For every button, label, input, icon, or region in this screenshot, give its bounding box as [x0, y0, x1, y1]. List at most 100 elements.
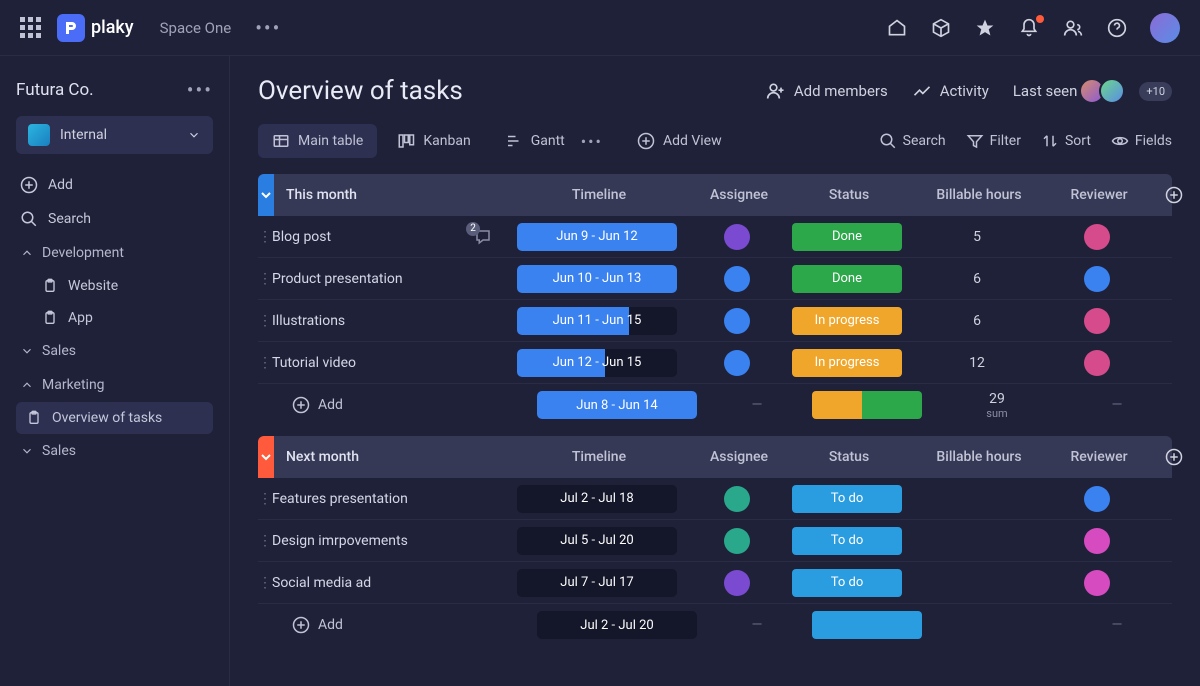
- task-row[interactable]: ⋮Social media adJul 7 - Jul 17 To do: [258, 562, 1172, 604]
- add-column-button[interactable]: [1154, 448, 1194, 466]
- sidebar-add[interactable]: Add: [16, 168, 213, 202]
- task-name-cell[interactable]: Design imrpovements: [272, 533, 502, 549]
- sidebar-item[interactable]: Website: [16, 270, 213, 302]
- space-name[interactable]: Space One: [160, 19, 232, 37]
- reviewer-cell[interactable]: [1042, 224, 1152, 250]
- column-status[interactable]: Status: [784, 187, 914, 203]
- drag-handle-icon[interactable]: ⋮: [258, 313, 272, 329]
- task-name-cell[interactable]: Blog post2: [272, 228, 502, 246]
- assignee-cell[interactable]: [692, 350, 782, 376]
- timeline-cell[interactable]: Jun 11 - Jun 15: [502, 307, 692, 335]
- view-tab[interactable]: Main table: [258, 124, 377, 158]
- timeline-cell[interactable]: Jun 10 - Jun 13: [502, 265, 692, 293]
- star-icon[interactable]: [974, 17, 996, 39]
- timeline-cell[interactable]: Jun 12 - Jun 15: [502, 349, 692, 377]
- collapse-button[interactable]: [258, 174, 274, 216]
- bell-icon[interactable]: [1018, 17, 1040, 39]
- column-timeline[interactable]: Timeline: [504, 187, 694, 203]
- plaky-logo[interactable]: plaky: [57, 14, 134, 42]
- home-icon[interactable]: [886, 17, 908, 39]
- view-tab[interactable]: Gantt: [491, 124, 579, 158]
- add-view-button[interactable]: Add View: [623, 124, 736, 158]
- workspace-more-icon[interactable]: •••: [187, 78, 213, 102]
- status-cell[interactable]: In progress: [782, 349, 912, 377]
- billable-cell[interactable]: 6: [912, 271, 1042, 287]
- reviewer-cell[interactable]: [1042, 570, 1152, 596]
- status-cell[interactable]: To do: [782, 569, 912, 597]
- reviewer-cell[interactable]: [1042, 528, 1152, 554]
- task-name-cell[interactable]: Social media ad: [272, 575, 502, 591]
- drag-handle-icon[interactable]: ⋮: [258, 355, 272, 371]
- status-cell[interactable]: Done: [782, 223, 912, 251]
- status-cell[interactable]: To do: [782, 485, 912, 513]
- drag-handle-icon[interactable]: ⋮: [258, 575, 272, 591]
- fields-button[interactable]: Fields: [1111, 132, 1172, 150]
- column-billable[interactable]: Billable hours: [914, 187, 1044, 203]
- user-avatar[interactable]: [1150, 13, 1180, 43]
- reviewer-cell[interactable]: [1042, 486, 1152, 512]
- sidebar-group[interactable]: Marketing: [16, 368, 213, 402]
- search-button[interactable]: Search: [879, 132, 946, 150]
- sidebar-group[interactable]: Sales: [16, 434, 213, 468]
- cube-icon[interactable]: [930, 17, 952, 39]
- timeline-cell[interactable]: Jul 5 - Jul 20: [502, 527, 692, 555]
- task-row[interactable]: ⋮Blog post2Jun 9 - Jun 12 Done5: [258, 216, 1172, 258]
- drag-handle-icon[interactable]: ⋮: [258, 271, 272, 287]
- task-row[interactable]: ⋮Tutorial videoJun 12 - Jun 15 In progres…: [258, 342, 1172, 384]
- comment-icon[interactable]: 2: [474, 228, 492, 246]
- billable-cell[interactable]: 5: [912, 229, 1042, 245]
- column-reviewer[interactable]: Reviewer: [1044, 449, 1154, 465]
- add-column-button[interactable]: [1154, 186, 1194, 204]
- task-name-cell[interactable]: Features presentation: [272, 491, 502, 507]
- assignee-cell[interactable]: [692, 308, 782, 334]
- status-cell[interactable]: Done: [782, 265, 912, 293]
- add-task-button[interactable]: Add: [258, 396, 522, 414]
- drag-handle-icon[interactable]: ⋮: [258, 533, 272, 549]
- task-name-cell[interactable]: Product presentation: [272, 271, 502, 287]
- reviewer-cell[interactable]: [1042, 266, 1152, 292]
- assignee-cell[interactable]: [692, 486, 782, 512]
- drag-handle-icon[interactable]: ⋮: [258, 491, 272, 507]
- column-status[interactable]: Status: [784, 449, 914, 465]
- sidebar-group[interactable]: Sales: [16, 334, 213, 368]
- task-row[interactable]: ⋮Product presentationJun 10 - Jun 13 Done…: [258, 258, 1172, 300]
- sidebar-group[interactable]: Development: [16, 236, 213, 270]
- task-name-cell[interactable]: Illustrations: [272, 313, 502, 329]
- timeline-cell[interactable]: Jun 9 - Jun 12: [502, 223, 692, 251]
- billable-cell[interactable]: 6: [912, 313, 1042, 329]
- add-task-button[interactable]: Add: [258, 616, 522, 634]
- status-cell[interactable]: To do: [782, 527, 912, 555]
- column-assignee[interactable]: Assignee: [694, 449, 784, 465]
- collapse-button[interactable]: [258, 436, 274, 478]
- column-assignee[interactable]: Assignee: [694, 187, 784, 203]
- task-row[interactable]: ⋮IllustrationsJun 11 - Jun 15 In progress…: [258, 300, 1172, 342]
- activity-button[interactable]: Activity: [912, 81, 989, 101]
- assignee-cell[interactable]: [692, 528, 782, 554]
- task-row[interactable]: ⋮Features presentationJul 2 - Jul 18 To d…: [258, 478, 1172, 520]
- reviewer-cell[interactable]: [1042, 308, 1152, 334]
- drag-handle-icon[interactable]: ⋮: [258, 229, 272, 245]
- apps-grid-icon[interactable]: [20, 17, 41, 38]
- timeline-cell[interactable]: Jul 2 - Jul 18: [502, 485, 692, 513]
- views-more-icon[interactable]: •••: [581, 132, 603, 151]
- task-name-cell[interactable]: Tutorial video: [272, 355, 502, 371]
- column-billable[interactable]: Billable hours: [914, 449, 1044, 465]
- help-icon[interactable]: [1106, 17, 1128, 39]
- assignee-cell[interactable]: [692, 266, 782, 292]
- view-tab[interactable]: Kanban: [383, 124, 484, 158]
- timeline-cell[interactable]: Jul 7 - Jul 17: [502, 569, 692, 597]
- sort-button[interactable]: Sort: [1041, 132, 1091, 150]
- reviewer-cell[interactable]: [1042, 350, 1152, 376]
- column-timeline[interactable]: Timeline: [504, 449, 694, 465]
- board-dropdown[interactable]: Internal: [16, 116, 213, 154]
- sidebar-search[interactable]: Search: [16, 202, 213, 236]
- status-cell[interactable]: In progress: [782, 307, 912, 335]
- add-members-button[interactable]: Add members: [766, 81, 888, 101]
- column-reviewer[interactable]: Reviewer: [1044, 187, 1154, 203]
- assignee-cell[interactable]: [692, 570, 782, 596]
- sidebar-item[interactable]: Overview of tasks: [16, 402, 213, 434]
- billable-cell[interactable]: 12: [912, 355, 1042, 371]
- more-icon[interactable]: •••: [255, 16, 281, 40]
- last-seen[interactable]: Last seen +10: [1013, 78, 1172, 104]
- task-row[interactable]: ⋮Design imrpovementsJul 5 - Jul 20 To do: [258, 520, 1172, 562]
